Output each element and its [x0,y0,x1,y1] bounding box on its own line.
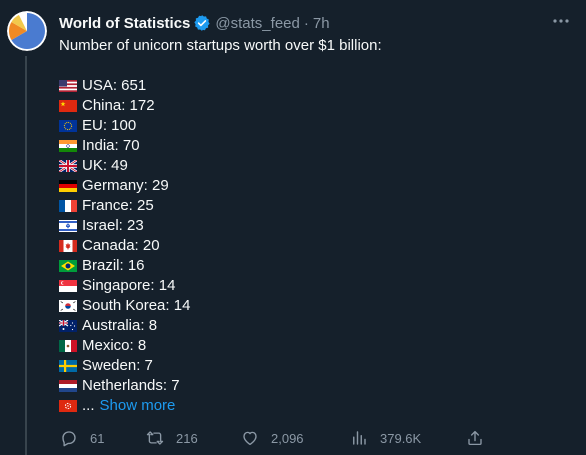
list-item-text: China: 172 [82,97,155,114]
list-item: France: 25 [59,196,559,216]
like-count: 2,096 [271,430,304,446]
pie-chart-logo [7,11,47,51]
tweet-actions: 61 216 2,096 379.6K [59,427,489,449]
retweet-icon [146,431,164,445]
de-flag-icon [59,180,77,192]
list-item-text: UK: 49 [82,157,128,174]
list-item: EU: 100 [59,116,559,136]
list-item: China: 172 [59,96,559,116]
in-flag-icon [59,140,77,152]
list-item: Netherlands: 7 [59,376,559,396]
list-item: ... Show more [59,396,559,416]
list-item: Israel: 23 [59,216,559,236]
share-icon [468,430,482,446]
tweet-header: World of Statistics @stats_feed · 7h [59,13,330,33]
list-item-text: Mexico: 8 [82,337,147,354]
list-item-text: India: 70 [82,137,140,154]
list-item: Germany: 29 [59,176,559,196]
list-item-text: Israel: 23 [82,217,144,234]
separator-dot: · [303,14,309,32]
gb-flag-icon [59,160,77,172]
ca-flag-icon [59,240,77,252]
thread-line [25,56,27,455]
tweet[interactable]: World of Statistics @stats_feed · 7h Num… [0,0,586,455]
timestamp[interactable]: 7h [313,15,330,32]
list-item: Brazil: 16 [59,256,559,276]
views-icon [353,431,366,445]
list-item-text: Australia: 8 [82,317,158,334]
sg-flag-icon [59,280,77,292]
list-item-text: EU: 100 [82,117,137,134]
reply-icon [62,431,76,447]
eu-flag-icon [59,120,77,132]
list-item-text: France: 25 [82,197,154,214]
list-item-text: Canada: 20 [82,237,160,254]
ellipsis: ... [82,397,95,414]
list-item-text: USA: 651 [82,77,147,94]
list-item: UK: 49 [59,156,559,176]
tweet-text: Number of unicorn startups worth over $1… [59,36,559,416]
list-item: Sweden: 7 [59,356,559,376]
author-name[interactable]: World of Statistics [59,15,190,32]
verified-badge-icon [193,14,211,32]
se-flag-icon [59,360,77,372]
fr-flag-icon [59,200,77,212]
list-item-text: Germany: 29 [82,177,169,194]
au-flag-icon [59,320,77,332]
hk-flag-icon [59,400,77,412]
list-item-text: South Korea: 14 [82,297,191,314]
nl-flag-icon [59,380,77,392]
author-avatar[interactable] [7,11,47,51]
tweet-intro: Number of unicorn startups worth over $1… [59,37,382,54]
retweet-count: 216 [176,430,198,446]
share-button[interactable] [466,427,496,449]
heart-icon [243,431,257,446]
us-flag-icon [59,80,77,92]
like-button[interactable]: 2,096 [241,427,304,449]
list-item-text: Singapore: 14 [82,277,176,294]
list-item-text: Netherlands: 7 [82,377,180,394]
list-item: Australia: 8 [59,316,559,336]
retweet-button[interactable]: 216 [146,427,198,449]
list-item: India: 70 [59,136,559,156]
list-item: Mexico: 8 [59,336,559,356]
author-handle[interactable]: @stats_feed [215,15,299,32]
more-options-icon[interactable] [550,10,572,32]
il-flag-icon [59,220,77,232]
reply-count: 61 [90,430,105,446]
views-button[interactable]: 379.6K [350,427,421,449]
br-flag-icon [59,260,77,272]
cn-flag-icon [59,100,77,112]
list-item: USA: 651 [59,76,559,96]
mx-flag-icon [59,340,77,352]
list-item: South Korea: 14 [59,296,559,316]
list-item-text: Sweden: 7 [82,357,153,374]
show-more-link[interactable]: Show more [100,396,176,416]
list-item: Canada: 20 [59,236,559,256]
reply-button[interactable]: 61 [60,427,104,449]
list-item: Singapore: 14 [59,276,559,296]
kr-flag-icon [59,300,77,312]
list-item-text: Brazil: 16 [82,257,145,274]
views-count: 379.6K [380,430,422,446]
